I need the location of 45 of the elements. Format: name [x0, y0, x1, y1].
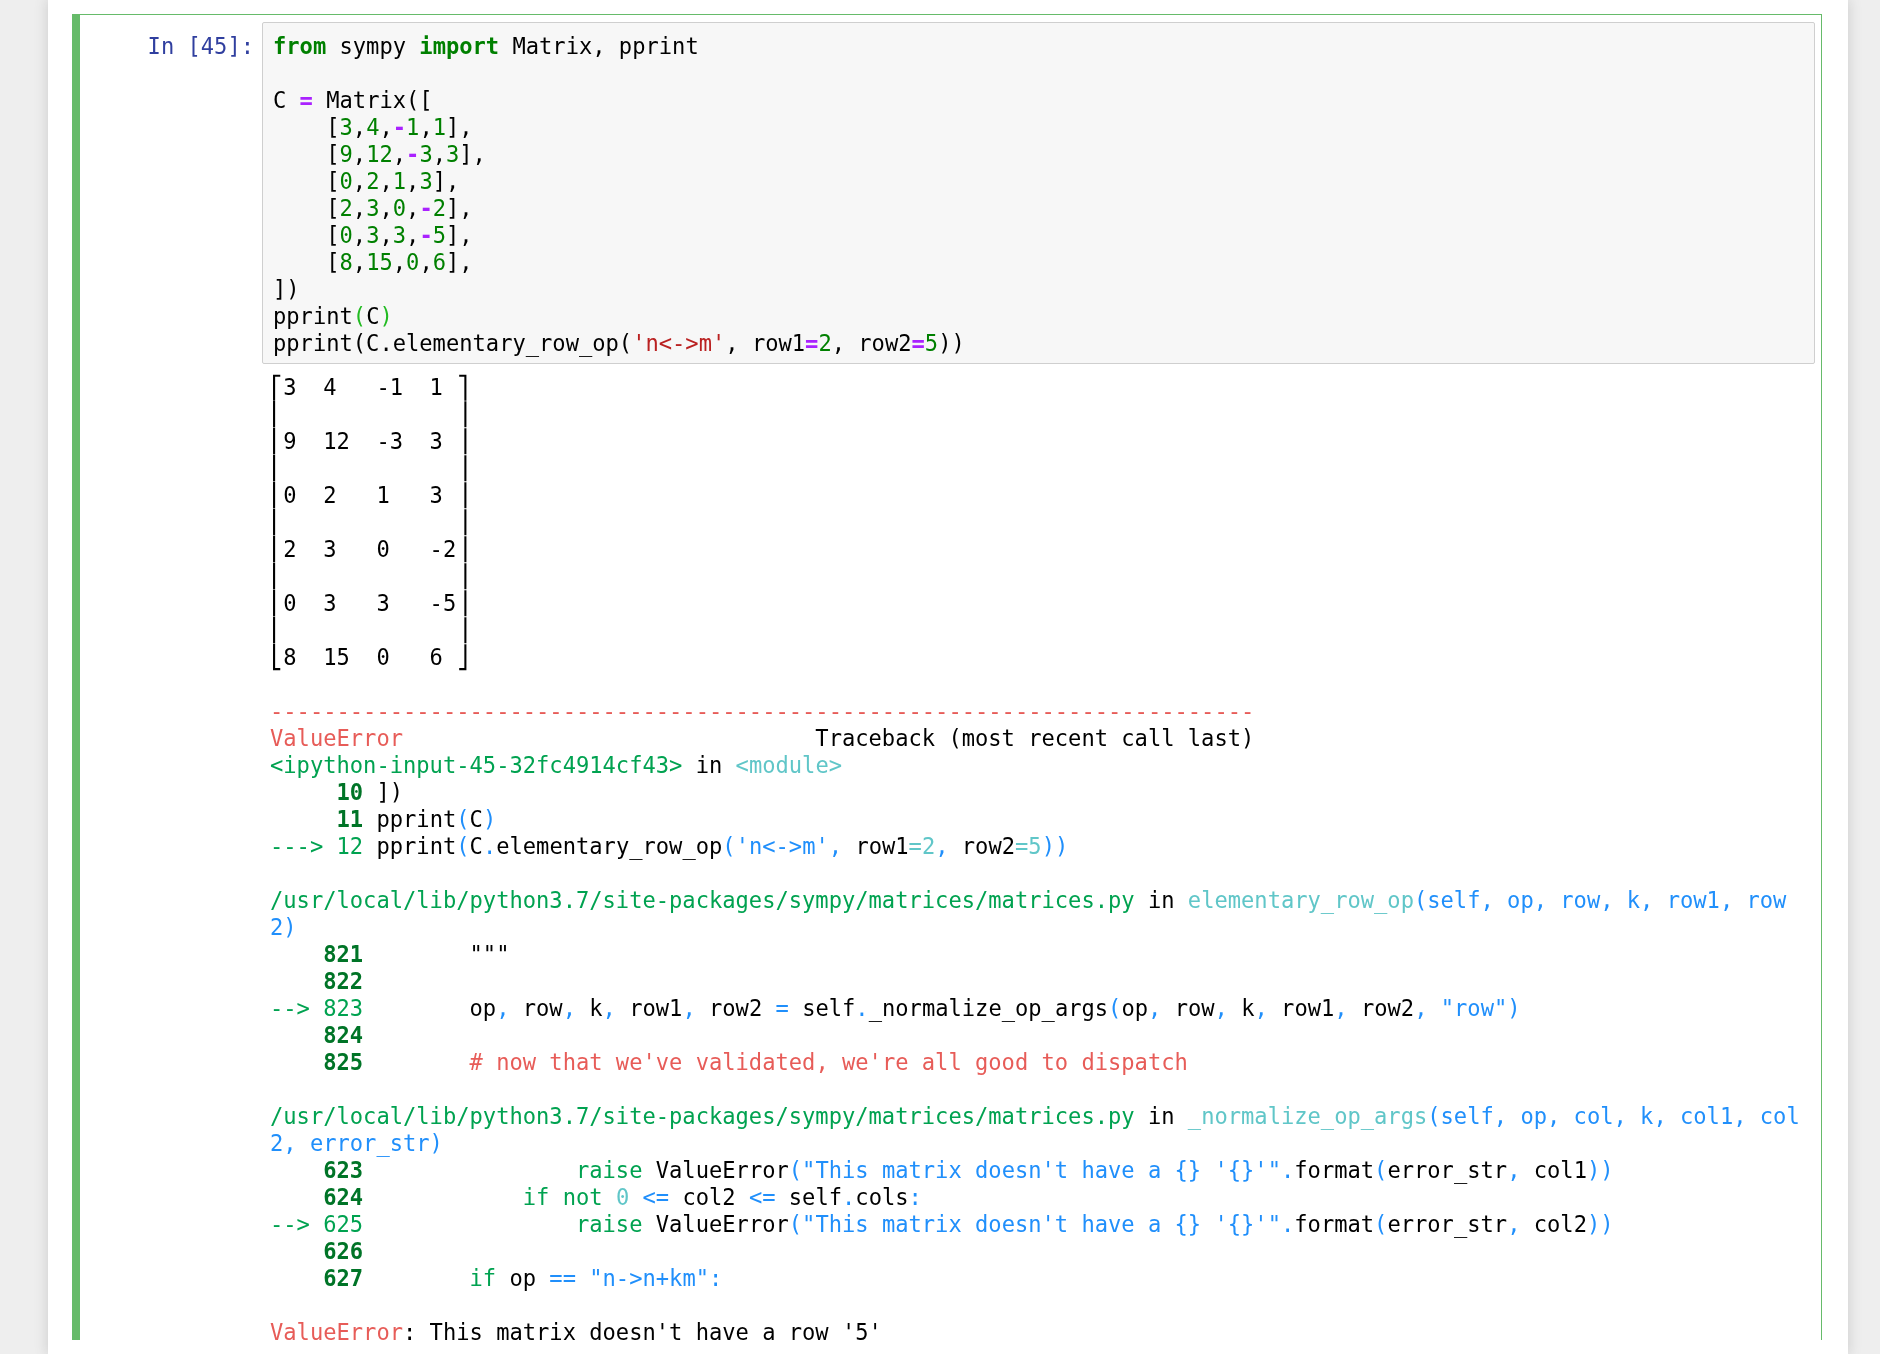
code-line: ]) [273, 276, 301, 303]
code-line: 623 raise ValueError("This matrix doesn't have a {} '{}'".format(error_str, col1)) [322, 1157, 1615, 1184]
code-line: ValueError: This matrix doesn't have a row '5' [270, 1318, 883, 1346]
code-line: [0,2,1,3], [325, 168, 461, 195]
code-line: [2,3,0,-2], [325, 195, 474, 222]
code-line: -------------------------------------------------------------------------- [270, 697, 1256, 725]
code-line: /usr/local/lib/python3.7/site-packages/sympy/matrices/matrices.py in _normalize_op_args(self, op, col, k, col1, col [270, 1102, 1801, 1130]
code-line: pprint(C.elementary_row_op('n<->m', row1=2, row2=5)) [273, 330, 966, 357]
code-line: 624 if not 0 <= col2 <= self.cols: [322, 1184, 923, 1211]
code-line: 2) [270, 914, 298, 941]
code-line: ValueError Traceback (most recent call last) [270, 725, 1256, 752]
code-line: [3,4,-1,1], [325, 114, 474, 141]
code-line: ---> 12 pprint(C.elementary_row_op('n<->m', row1=2, row2=5)) [270, 833, 1070, 860]
code-line: 2, error_str) [270, 1130, 444, 1157]
code-line: 825 # now that we've validated, we're all good to dispatch [322, 1049, 1189, 1076]
code-editor[interactable]: from sympy import Matrix, pprint C = Matrix([ [3,4,-1,1], [9,12,-3,3], [0,2,1,3], [2,3,0,-2], [0,3,3,-5], [8,15,0,6], ]) pprint(C) pprint(C.elementary_row_op('n<->m', row1=2, row2=5)) [262, 22, 1815, 364]
code-line: --> 625 raise ValueError("This matrix doesn't have a {} '{}'".format(error_str, col2)) [270, 1211, 1615, 1238]
code-line: 627 if op == "n->n+km": [322, 1265, 724, 1292]
code-line: [9,12,-3,3], [325, 141, 487, 168]
code-line: 821 """ [322, 941, 511, 968]
code-line: C = Matrix([ [273, 86, 434, 114]
code-line: from sympy import Matrix, pprint [273, 33, 700, 60]
code-line: <ipython-input-45-32fc4914cf43> in <module> [270, 752, 843, 779]
code-line: /usr/local/lib/python3.7/site-packages/sympy/matrices/matrices.py in elementary_row_op(self, op, row, k, row1, row [270, 886, 1788, 914]
matrix-output-line: ⎢0 2 1 3 ⎥ [270, 482, 471, 509]
code-line: pprint(C) [273, 303, 394, 330]
code-line: [0,3,3,-5], [325, 222, 474, 249]
input-prompt: In [45]: [146, 32, 255, 61]
code-line: 824 [322, 1022, 365, 1049]
matrix-output-line: ⎢ ⎥ [270, 455, 471, 482]
matrix-output-line: ⎢ ⎥ [270, 617, 471, 644]
matrix-output-line: ⎢ ⎥ [270, 563, 471, 590]
code-line: 626 [322, 1238, 365, 1265]
matrix-output-line: ⎢0 3 3 -5⎥ [270, 590, 471, 617]
matrix-output-line: ⎢2 3 0 -2⎥ [270, 536, 471, 563]
matrix-output-line: ⎢ ⎥ [270, 509, 471, 536]
matrix-output-line: ⎢9 12 -3 3 ⎥ [270, 428, 471, 455]
code-line: --> 823 op, row, k, row1, row2 = self._normalize_op_args(op, row, k, row1, row2, "row") [270, 995, 1522, 1022]
matrix-output-line: ⎣8 15 0 6 ⎦ [270, 644, 471, 671]
code-line: 822 [322, 968, 365, 995]
matrix-output-line: ⎢ ⎥ [270, 401, 471, 428]
code-line: 10 ]) [335, 779, 405, 806]
code-line: 11 pprint(C) [335, 806, 498, 833]
code-line: [8,15,0,6], [325, 249, 474, 276]
matrix-output-line: ⎡3 4 -1 1 ⎤ [270, 374, 471, 401]
